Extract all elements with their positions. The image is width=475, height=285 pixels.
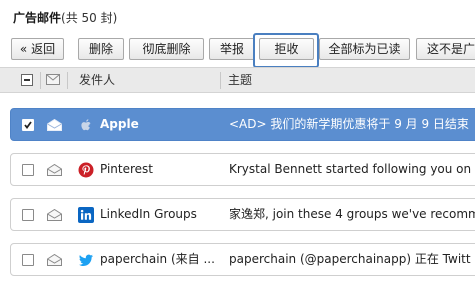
back-button[interactable]: « 返回 — [11, 38, 64, 60]
subject-column-header[interactable]: 主题 — [228, 68, 252, 92]
row-checkbox[interactable] — [22, 209, 34, 221]
column-divider — [220, 72, 221, 89]
reject-button[interactable]: 拒收 — [259, 38, 314, 60]
envelope-open-icon — [47, 119, 62, 131]
folder-title: 广告邮件(共 50 封) — [13, 8, 117, 28]
mail-row[interactable]: Pinterest Krystal Bennett started follow… — [10, 153, 475, 186]
row-checkbox[interactable] — [22, 119, 34, 131]
not-ad-button[interactable]: 这不是广 — [416, 38, 475, 60]
mail-subject: paperchain (@paperchainapp) 正在 Twitt — [229, 252, 471, 266]
delete-button[interactable]: 删除 — [78, 38, 124, 60]
mail-folder-page: 广告邮件(共 50 封) « 返回 删除 彻底删除 举报 拒收 全部标为已读 这… — [0, 0, 475, 285]
column-divider — [40, 72, 41, 89]
checkmark-icon — [24, 121, 32, 129]
apple-icon — [81, 119, 91, 131]
mail-subject: 家逸郑, join these 4 groups we've recomm — [229, 207, 475, 221]
column-divider — [67, 72, 68, 89]
permanent-delete-button[interactable]: 彻底删除 — [129, 38, 204, 60]
pinterest-icon — [78, 162, 94, 178]
mail-sender: Apple — [100, 117, 139, 131]
envelope-open-icon — [47, 209, 62, 221]
mail-row[interactable]: Apple <AD> 我们的新学期优惠将于 9 月 9 日结束 — [10, 108, 475, 141]
mark-all-read-button[interactable]: 全部标为已读 — [319, 38, 410, 60]
row-checkbox[interactable] — [22, 254, 34, 266]
mail-sender: Pinterest — [100, 162, 154, 176]
folder-name: 广告邮件 — [13, 11, 62, 25]
select-all-checkbox[interactable] — [21, 74, 33, 86]
linkedin-icon — [78, 207, 94, 223]
mail-sender: paperchain (来自 ... — [100, 252, 215, 266]
toolbar: « 返回 删除 彻底删除 举报 拒收 全部标为已读 这不是广 — [0, 33, 475, 68]
envelope-open-icon — [47, 164, 62, 176]
mail-row[interactable]: LinkedIn Groups 家逸郑, join these 4 groups… — [10, 198, 475, 231]
mail-row[interactable]: paperchain (来自 ... paperchain (@papercha… — [10, 243, 475, 276]
mail-subject: Krystal Bennett started following you on — [229, 162, 472, 176]
sender-column-header[interactable]: 发件人 — [79, 68, 115, 92]
folder-count: (共 50 封) — [61, 11, 118, 25]
report-button[interactable]: 举报 — [209, 38, 255, 60]
column-header: 发件人 主题 — [0, 67, 475, 93]
mail-sender: LinkedIn Groups — [100, 207, 197, 221]
mail-subject: <AD> 我们的新学期优惠将于 9 月 9 日结束 — [229, 117, 469, 131]
row-checkbox[interactable] — [22, 164, 34, 176]
envelope-icon — [46, 74, 60, 85]
envelope-open-icon — [47, 254, 62, 266]
twitter-icon — [79, 254, 93, 266]
